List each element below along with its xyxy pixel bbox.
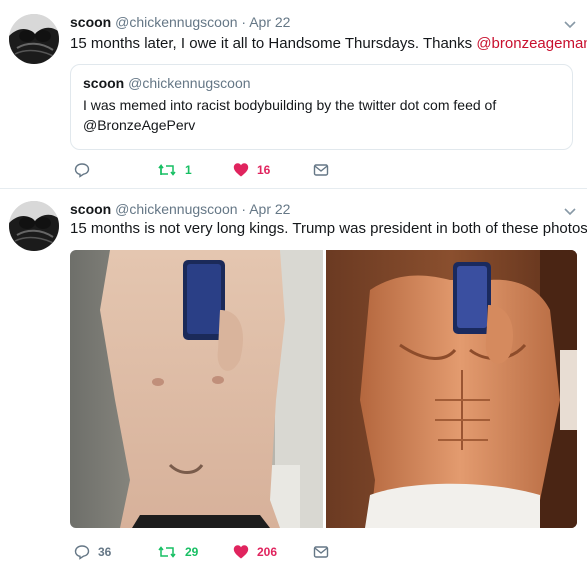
tweet-header: scoon @chickennugscoon · Apr 22 (70, 14, 290, 30)
mention-link[interactable]: @bronzeagemantis (476, 35, 587, 52)
avatar-image (9, 14, 59, 64)
reply-button[interactable] (74, 162, 98, 178)
quoted-display-name: scoon (83, 75, 125, 91)
reply-icon (74, 163, 90, 178)
retweet-icon (158, 546, 176, 558)
retweet-button[interactable]: 1 (157, 162, 192, 178)
tweet-actions: 1 16 (70, 162, 370, 182)
avatar[interactable] (9, 14, 59, 64)
user-handle[interactable]: @chickennugscoon (115, 14, 237, 30)
quoted-text-line: I was memed into racist bodybuilding by … (83, 97, 497, 113)
retweet-count: 29 (185, 545, 199, 559)
reply-count: 36 (98, 545, 112, 559)
retweet-button[interactable]: 29 (157, 544, 198, 560)
reply-icon (74, 545, 90, 560)
retweet-icon (158, 164, 176, 176)
dm-button[interactable] (313, 544, 329, 560)
quoted-tweet-text: I was memed into racist bodybuilding by … (83, 95, 560, 135)
tweet-1[interactable]: scoon @chickennugscoon · Apr 22 15 month… (0, 0, 587, 188)
separator: · (241, 201, 247, 217)
like-count: 206 (257, 545, 278, 559)
quoted-tweet[interactable]: scoon @chickennugscoon I was memed into … (70, 64, 573, 150)
retweet-count: 1 (185, 163, 192, 177)
chevron-down-icon[interactable] (563, 204, 577, 218)
tweet-text-body: 15 months later, I owe it all to Handsom… (70, 35, 477, 52)
separator: · (241, 14, 247, 30)
quoted-text-line: @BronzeAgePerv (83, 117, 196, 133)
avatar[interactable] (9, 201, 59, 251)
tweet-date[interactable]: Apr 22 (249, 14, 290, 30)
like-button[interactable]: 16 (233, 162, 270, 178)
dm-button[interactable] (313, 162, 329, 178)
before-after-photo (70, 250, 577, 528)
dm-envelope-icon (313, 164, 329, 176)
display-name[interactable]: scoon (70, 201, 111, 217)
reply-button[interactable]: 36 (74, 544, 111, 560)
display-name[interactable]: scoon (70, 14, 111, 30)
tweet-text: 15 months later, I owe it all to Handsom… (70, 34, 587, 54)
dm-envelope-icon (313, 546, 329, 558)
quoted-tweet-header: scoon @chickennugscoon (83, 75, 560, 91)
tweet-date[interactable]: Apr 22 (249, 201, 290, 217)
like-button[interactable]: 206 (233, 544, 277, 560)
heart-icon (233, 163, 249, 177)
user-handle[interactable]: @chickennugscoon (115, 201, 237, 217)
tweet-header: scoon @chickennugscoon · Apr 22 (70, 201, 290, 217)
chevron-down-icon[interactable] (563, 17, 577, 31)
tweet-media[interactable] (70, 250, 577, 528)
avatar-image (9, 201, 59, 251)
tweet-text: 15 months is not very long kings. Trump … (70, 220, 587, 237)
heart-icon (233, 545, 249, 559)
quoted-user-handle: @chickennugscoon (128, 75, 251, 91)
like-count: 16 (257, 163, 271, 177)
tweet-actions: 36 29 206 (70, 544, 370, 564)
